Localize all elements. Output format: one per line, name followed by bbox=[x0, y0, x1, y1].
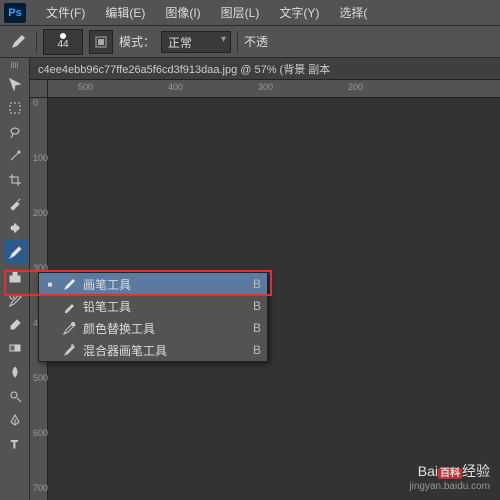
menu-type[interactable]: 文字(Y) bbox=[269, 4, 329, 21]
brush-tool[interactable] bbox=[3, 240, 27, 264]
brush-size-value: 44 bbox=[57, 39, 68, 50]
flyout-brush-tool[interactable]: ■ 画笔工具 B bbox=[39, 273, 267, 295]
watermark-badge: 百科 bbox=[438, 468, 462, 479]
ruler-tick: 300 bbox=[258, 82, 273, 92]
lasso-tool[interactable] bbox=[3, 120, 27, 144]
ruler-tick: 700 bbox=[33, 483, 48, 493]
flyout-label: 混合器画笔工具 bbox=[83, 342, 247, 359]
brush-panel-toggle[interactable] bbox=[89, 30, 113, 54]
watermark-url: jingyan.baidu.com bbox=[409, 481, 490, 492]
magic-wand-tool[interactable] bbox=[3, 144, 27, 168]
history-brush-tool[interactable] bbox=[3, 288, 27, 312]
menu-layer[interactable]: 图层(L) bbox=[211, 4, 270, 21]
document-tab[interactable]: c4ee4ebb96c77ffe26a5f6cd3f913daa.jpg @ 5… bbox=[30, 58, 500, 80]
watermark-text: Bai bbox=[418, 463, 438, 479]
ruler-tick: 500 bbox=[78, 82, 93, 92]
ruler-row: 500 400 300 200 bbox=[30, 80, 500, 98]
ruler-corner bbox=[30, 80, 48, 98]
ruler-tick: 500 bbox=[33, 373, 48, 383]
eyedropper-tool[interactable] bbox=[3, 192, 27, 216]
brush-preset-picker[interactable]: 44 bbox=[43, 29, 83, 55]
flyout-shortcut: B bbox=[253, 343, 261, 357]
flyout-pencil-tool[interactable]: 铅笔工具 B bbox=[39, 295, 267, 317]
mode-label: 模式： bbox=[119, 33, 155, 50]
move-tool[interactable] bbox=[3, 72, 27, 96]
options-bar: 44 模式： 正常 不透 bbox=[0, 26, 500, 58]
tools-grip[interactable] bbox=[2, 62, 28, 70]
opacity-label: 不透 bbox=[244, 33, 268, 50]
watermark: Bai百科经验 jingyan.baidu.com bbox=[409, 461, 490, 492]
svg-text:T: T bbox=[11, 439, 18, 451]
menu-edit[interactable]: 编辑(E) bbox=[95, 4, 155, 21]
flyout-label: 颜色替换工具 bbox=[83, 320, 247, 337]
current-tool-icon[interactable] bbox=[6, 30, 30, 54]
menu-image[interactable]: 图像(I) bbox=[155, 4, 210, 21]
flyout-shortcut: B bbox=[253, 277, 261, 291]
pen-tool[interactable] bbox=[3, 408, 27, 432]
ruler-tick: 200 bbox=[348, 82, 363, 92]
flyout-mixer-brush-tool[interactable]: 混合器画笔工具 B bbox=[39, 339, 267, 361]
ruler-tick: 100 bbox=[33, 153, 48, 163]
ruler-tick: 600 bbox=[33, 428, 48, 438]
menu-file[interactable]: 文件(F) bbox=[36, 4, 95, 21]
ruler-horizontal[interactable]: 500 400 300 200 bbox=[48, 80, 500, 98]
menu-select[interactable]: 选择( bbox=[329, 4, 377, 21]
ruler-tick: 200 bbox=[33, 208, 48, 218]
flyout-shortcut: B bbox=[253, 321, 261, 335]
flyout-shortcut: B bbox=[253, 299, 261, 313]
app-logo: Ps bbox=[4, 3, 26, 23]
eraser-tool[interactable] bbox=[3, 312, 27, 336]
dodge-tool[interactable] bbox=[3, 384, 27, 408]
stamp-tool[interactable] bbox=[3, 264, 27, 288]
type-tool[interactable]: T bbox=[3, 432, 27, 456]
check-icon: ■ bbox=[45, 280, 55, 289]
pencil-icon bbox=[61, 298, 77, 314]
color-replace-icon bbox=[61, 320, 77, 336]
flyout-label: 画笔工具 bbox=[83, 276, 247, 293]
healing-tool[interactable] bbox=[3, 216, 27, 240]
mixer-brush-icon bbox=[61, 342, 77, 358]
separator bbox=[36, 31, 37, 53]
mode-select[interactable]: 正常 bbox=[161, 31, 231, 53]
crop-tool[interactable] bbox=[3, 168, 27, 192]
brush-icon bbox=[61, 276, 77, 292]
gradient-tool[interactable] bbox=[3, 336, 27, 360]
tools-panel: T bbox=[0, 58, 30, 500]
ruler-tick: 0 bbox=[33, 98, 38, 108]
flyout-color-replace-tool[interactable]: 颜色替换工具 B bbox=[39, 317, 267, 339]
marquee-tool[interactable] bbox=[3, 96, 27, 120]
brush-tool-flyout: ■ 画笔工具 B 铅笔工具 B 颜色替换工具 B 混合器画笔工具 B bbox=[38, 272, 268, 362]
flyout-label: 铅笔工具 bbox=[83, 298, 247, 315]
watermark-text: 经验 bbox=[462, 463, 490, 479]
separator bbox=[237, 31, 238, 53]
ruler-tick: 400 bbox=[168, 82, 183, 92]
menu-bar: Ps 文件(F) 编辑(E) 图像(I) 图层(L) 文字(Y) 选择( bbox=[0, 0, 500, 26]
watermark-brand: Bai百科经验 bbox=[409, 461, 490, 481]
blur-tool[interactable] bbox=[3, 360, 27, 384]
